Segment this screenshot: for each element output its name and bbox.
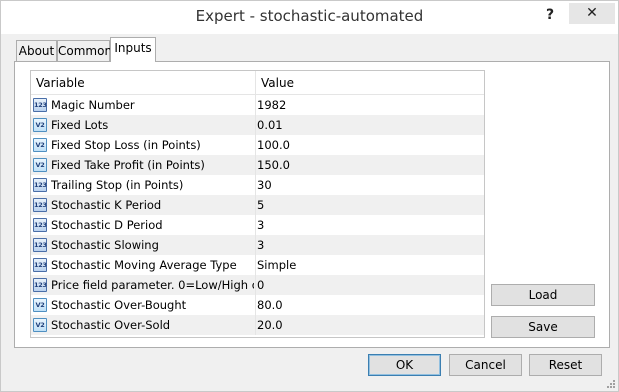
variable-name: Trailing Stop (in Points) [51, 178, 184, 192]
table-row[interactable]: 123 Stochastic D Period 3 [31, 215, 484, 235]
close-icon: ✕ [586, 5, 598, 21]
column-divider [255, 275, 256, 295]
double-icon: V2 [33, 118, 47, 132]
variable-value[interactable]: 3 [257, 215, 482, 235]
variable-value[interactable]: 80.0 [257, 295, 482, 315]
tab-about[interactable]: About [16, 40, 57, 62]
integer-icon: 123 [33, 278, 47, 292]
table-row[interactable]: V2 Fixed Lots 0.01 [31, 115, 484, 135]
save-button[interactable]: Save [491, 316, 595, 338]
variable-value[interactable]: 20.0 [257, 315, 482, 335]
table-row[interactable]: V2 Fixed Take Profit (in Points) 150.0 [31, 155, 484, 175]
variable-value[interactable]: 0 [257, 275, 482, 295]
variable-name: Price field parameter. 0=Low/High or 1=.… [51, 278, 254, 292]
variable-value[interactable]: 30 [257, 175, 482, 195]
window-title: Expert - stochastic-automated [195, 7, 424, 25]
column-divider [255, 255, 256, 275]
variable-name: Stochastic D Period [51, 218, 163, 232]
column-divider [255, 175, 256, 195]
double-icon: V2 [33, 158, 47, 172]
column-divider [255, 135, 256, 155]
tab-common-label: Common [58, 44, 113, 58]
variable-value[interactable]: 5 [257, 195, 482, 215]
tab-inputs[interactable]: Inputs [110, 37, 156, 62]
tab-inputs-label: Inputs [114, 41, 152, 55]
help-button[interactable]: ? [539, 5, 561, 27]
cancel-button[interactable]: Cancel [449, 354, 522, 376]
variable-name: Stochastic K Period [51, 198, 162, 212]
inputs-grid[interactable]: Variable Value 123 Magic Number 1982 V2 … [30, 70, 485, 338]
load-button[interactable]: Load [491, 284, 595, 306]
column-divider [255, 235, 256, 255]
integer-icon: 123 [33, 258, 47, 272]
integer-icon: 123 [33, 218, 47, 232]
resize-grip-icon[interactable] [604, 377, 616, 389]
table-row[interactable]: V2 Fixed Stop Loss (in Points) 100.0 [31, 135, 484, 155]
column-divider [255, 155, 256, 175]
column-divider [255, 95, 256, 115]
table-row[interactable]: 123 Magic Number 1982 [31, 95, 484, 115]
variable-name: Stochastic Over-Bought [51, 298, 187, 312]
double-icon: V2 [33, 138, 47, 152]
integer-icon: 123 [33, 98, 47, 112]
variable-value[interactable]: 100.0 [257, 135, 482, 155]
column-divider [255, 295, 256, 315]
table-row[interactable]: 123 Price field parameter. 0=Low/High or… [31, 275, 484, 295]
load-button-label: Load [528, 288, 558, 302]
variable-name: Magic Number [51, 98, 135, 112]
column-header-variable[interactable]: Variable [31, 71, 255, 95]
variable-name: Fixed Take Profit (in Points) [51, 158, 205, 172]
column-divider [255, 195, 256, 215]
column-divider [255, 315, 256, 335]
variable-value[interactable]: 1982 [257, 95, 482, 115]
variable-value[interactable]: Simple [257, 255, 482, 275]
title-bar[interactable]: Expert - stochastic-automated ? ✕ [1, 1, 618, 34]
close-button[interactable]: ✕ [569, 3, 615, 24]
column-divider [255, 215, 256, 235]
save-button-label: Save [528, 320, 558, 334]
tab-about-label: About [18, 44, 55, 58]
ok-button[interactable]: OK [368, 354, 441, 376]
variable-value[interactable]: 150.0 [257, 155, 482, 175]
variable-value[interactable]: 3 [257, 235, 482, 255]
variable-name: Stochastic Slowing [51, 238, 159, 252]
double-icon: V2 [33, 318, 47, 332]
table-row[interactable]: 123 Stochastic K Period 5 [31, 195, 484, 215]
table-row[interactable]: 123 Stochastic Slowing 3 [31, 235, 484, 255]
grid-header: Variable Value [31, 71, 484, 95]
reset-button[interactable]: Reset [529, 354, 602, 376]
integer-icon: 123 [33, 178, 47, 192]
column-divider [255, 115, 256, 135]
table-row[interactable]: 123 Trailing Stop (in Points) 30 [31, 175, 484, 195]
variable-name: Fixed Stop Loss (in Points) [51, 138, 201, 152]
column-header-value[interactable]: Value [256, 71, 484, 95]
cancel-button-label: Cancel [465, 358, 506, 372]
ok-button-label: OK [395, 358, 414, 372]
table-row[interactable]: 123 Stochastic Moving Average Type Simpl… [31, 255, 484, 275]
variable-name: Stochastic Over-Sold [51, 318, 171, 332]
variable-name: Stochastic Moving Average Type [51, 258, 237, 272]
table-row[interactable]: V2 Stochastic Over-Bought 80.0 [31, 295, 484, 315]
tab-common[interactable]: Common [57, 40, 113, 62]
variable-name: Fixed Lots [51, 118, 109, 132]
expert-properties-dialog: Expert - stochastic-automated ? ✕ About … [0, 0, 619, 392]
variable-value[interactable]: 0.01 [257, 115, 482, 135]
table-row[interactable]: V2 Stochastic Over-Sold 20.0 [31, 315, 484, 335]
integer-icon: 123 [33, 198, 47, 212]
double-icon: V2 [33, 298, 47, 312]
reset-button-label: Reset [548, 358, 583, 372]
integer-icon: 123 [33, 238, 47, 252]
